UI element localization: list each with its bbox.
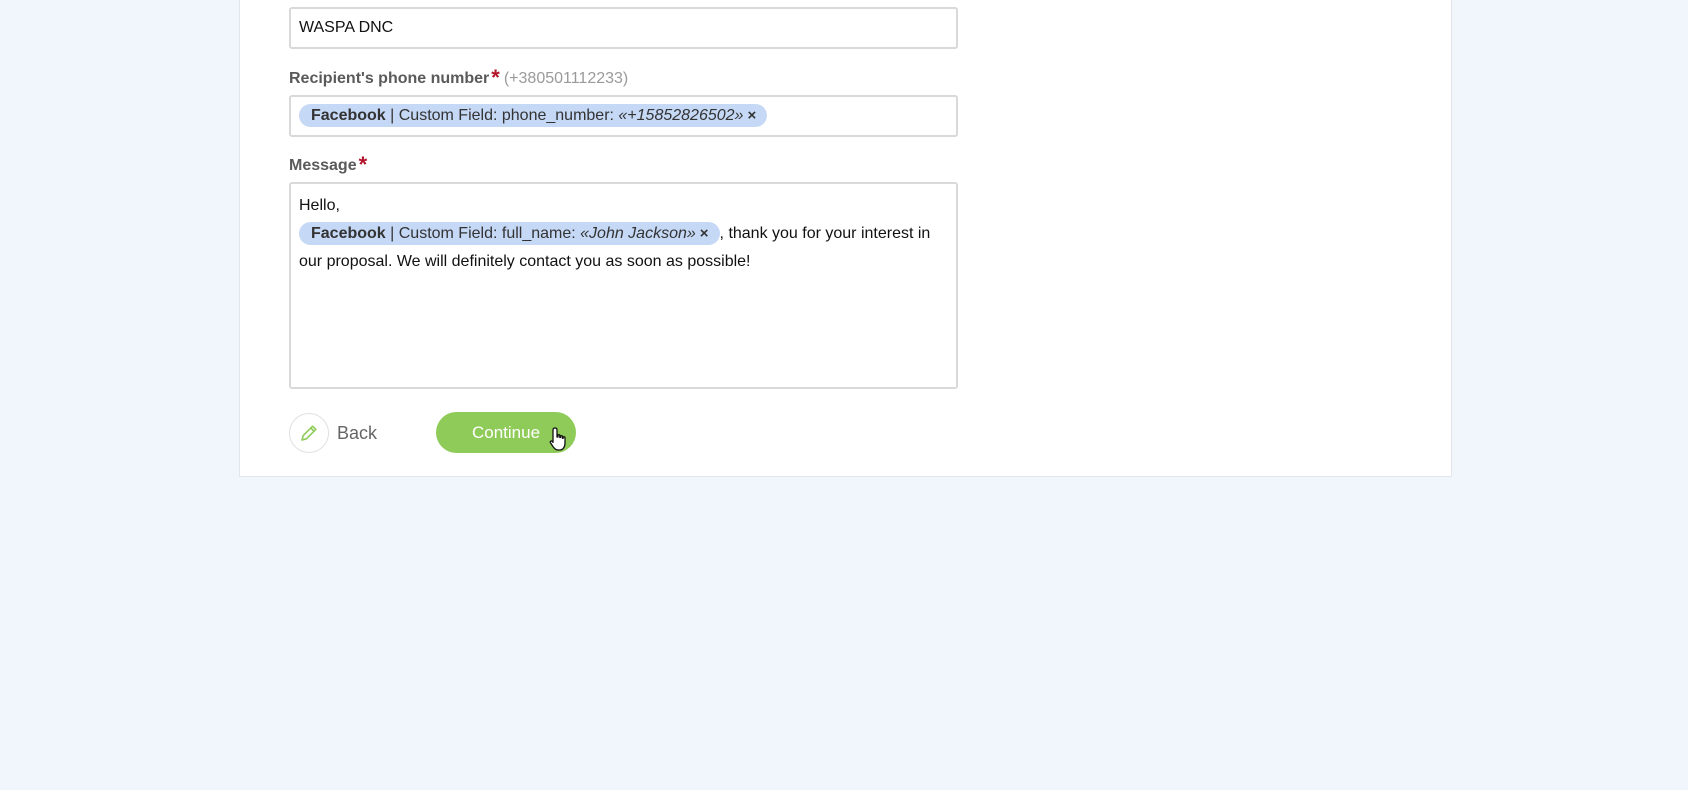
tag-field: | Custom Field: phone_number: <box>385 107 619 125</box>
recipient-phone-label: Recipient's phone number* (+380501112233) <box>289 67 958 89</box>
message-label-text: Message <box>289 157 357 174</box>
recipient-phone-label-text: Recipient's phone number <box>289 70 490 87</box>
message-body: Facebook | Custom Field: full_name: «Joh… <box>299 220 948 276</box>
required-mark: * <box>491 65 500 90</box>
pencil-icon <box>289 413 329 453</box>
tag-value: «John Jackson» <box>580 225 696 243</box>
sender-name-input[interactable]: WASPA DNC <box>289 7 958 49</box>
recipient-phone-field: Recipient's phone number* (+380501112233)… <box>289 67 958 137</box>
message-greeting: Hello, <box>299 197 340 214</box>
message-field: Message* Hello, Facebook | Custom Field:… <box>289 154 958 389</box>
tag-field: | Custom Field: full_name: <box>385 225 581 243</box>
message-label: Message* <box>289 154 958 176</box>
hand-pointer-icon <box>548 426 570 457</box>
message-textarea[interactable]: Hello, Facebook | Custom Field: full_nam… <box>289 182 958 389</box>
remove-tag-icon[interactable]: × <box>700 225 709 242</box>
variable-tag-phone[interactable]: Facebook | Custom Field: phone_number: «… <box>299 104 768 128</box>
back-button[interactable]: Back <box>289 412 377 454</box>
variable-tag-full-name[interactable]: Facebook | Custom Field: full_name: «Joh… <box>299 222 720 246</box>
back-button-label: Back <box>337 422 378 443</box>
required-mark: * <box>358 152 368 177</box>
tag-source: Facebook <box>311 107 386 125</box>
phone-format-hint: (+380501112233) <box>503 70 629 87</box>
sender-name-value: WASPA DNC <box>299 19 394 36</box>
remove-tag-icon[interactable]: × <box>747 107 756 124</box>
tag-value: «+15852826502» <box>618 107 744 125</box>
recipient-phone-input[interactable]: Facebook | Custom Field: phone_number: «… <box>289 95 958 137</box>
tag-source: Facebook <box>311 225 386 243</box>
sender-name-field: WASPA DNC <box>289 7 958 49</box>
